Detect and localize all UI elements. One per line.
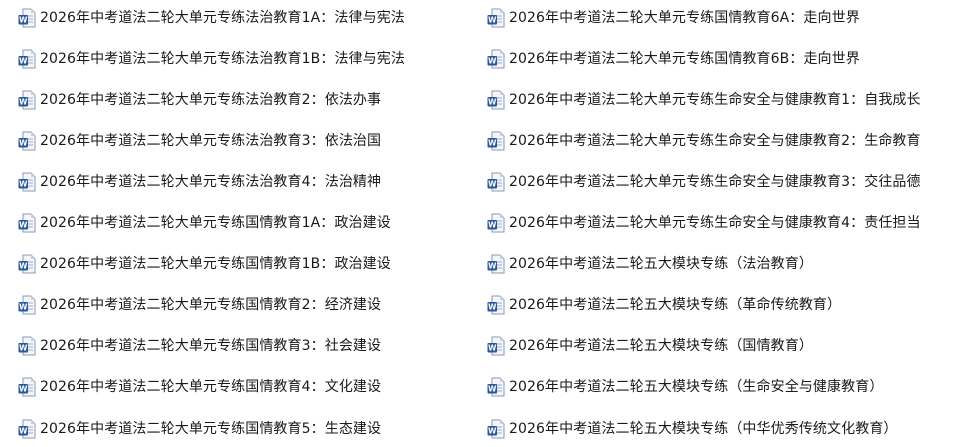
word-document-icon: W <box>487 419 505 439</box>
word-document-icon: W <box>487 131 505 151</box>
svg-text:W: W <box>19 385 28 394</box>
file-item[interactable]: W 2026年中考道法二轮大单元专练生命安全与健康教育3：交往品德 <box>487 170 921 194</box>
svg-text:W: W <box>19 426 28 435</box>
svg-text:W: W <box>488 262 497 271</box>
file-name: 2026年中考道法二轮大单元专练国情教育1A：政治建设 <box>40 215 391 232</box>
file-name: 2026年中考道法二轮大单元专练国情教育3：社会建设 <box>40 338 382 355</box>
word-document-icon: W <box>18 172 36 192</box>
file-item[interactable]: W 2026年中考道法二轮大单元专练生命安全与健康教育4：责任担当 <box>487 211 921 235</box>
svg-text:W: W <box>488 426 497 435</box>
svg-text:W: W <box>19 344 28 353</box>
file-item[interactable]: W 2026年中考道法二轮大单元专练法治教育4：法治精神 <box>18 170 381 194</box>
svg-text:W: W <box>488 385 497 394</box>
word-document-icon: W <box>18 377 36 397</box>
svg-text:W: W <box>488 180 497 189</box>
svg-text:W: W <box>19 180 28 189</box>
file-item[interactable]: W 2026年中考道法二轮五大模块专练（中华优秀传统文化教育） <box>487 417 898 441</box>
file-item[interactable]: W 2026年中考道法二轮五大模块专练（国情教育） <box>487 334 813 358</box>
svg-text:W: W <box>488 344 497 353</box>
file-item[interactable]: W 2026年中考道法二轮大单元专练国情教育2：经济建设 <box>18 293 381 317</box>
svg-text:W: W <box>488 57 497 66</box>
file-name: 2026年中考道法二轮五大模块专练（国情教育） <box>509 338 813 355</box>
svg-text:W: W <box>19 303 28 312</box>
file-name: 2026年中考道法二轮大单元专练国情教育4：文化建设 <box>40 379 382 396</box>
file-item[interactable]: W 2026年中考道法二轮大单元专练法治教育1B：法律与宪法 <box>18 47 405 71</box>
file-item[interactable]: W 2026年中考道法二轮大单元专练生命安全与健康教育1：自我成长 <box>487 88 921 112</box>
file-item[interactable]: W 2026年中考道法二轮大单元专练法治教育2：依法办事 <box>18 88 381 112</box>
file-name: 2026年中考道法二轮五大模块专练（生命安全与健康教育） <box>509 379 884 396</box>
file-name: 2026年中考道法二轮大单元专练国情教育1B：政治建设 <box>40 256 391 273</box>
file-item[interactable]: W 2026年中考道法二轮大单元专练法治教育1A：法律与宪法 <box>18 6 405 30</box>
file-name: 2026年中考道法二轮五大模块专练（中华优秀传统文化教育） <box>509 420 898 437</box>
word-document-icon: W <box>487 295 505 315</box>
svg-text:W: W <box>488 139 497 148</box>
file-name: 2026年中考道法二轮大单元专练法治教育4：法治精神 <box>40 174 382 191</box>
word-document-icon: W <box>18 254 36 274</box>
word-document-icon: W <box>487 213 505 233</box>
file-name: 2026年中考道法二轮大单元专练国情教育5：生态建设 <box>40 420 382 437</box>
file-name: 2026年中考道法二轮大单元专练生命安全与健康教育1：自我成长 <box>509 92 921 109</box>
word-document-icon: W <box>487 8 505 28</box>
file-name: 2026年中考道法二轮大单元专练国情教育6A：走向世界 <box>509 10 860 26</box>
word-document-icon: W <box>487 336 505 356</box>
svg-text:W: W <box>19 16 28 25</box>
file-item[interactable]: W 2026年中考道法二轮大单元专练国情教育5：生态建设 <box>18 417 381 441</box>
word-document-icon: W <box>487 254 505 274</box>
file-name: 2026年中考道法二轮大单元专练法治教育3：依法治国 <box>40 133 382 150</box>
file-name: 2026年中考道法二轮五大模块专练（法治教育） <box>509 256 813 273</box>
svg-text:W: W <box>19 57 28 66</box>
file-item[interactable]: W 2026年中考道法二轮大单元专练生命安全与健康教育2：生命教育 <box>487 129 921 153</box>
word-document-icon: W <box>487 172 505 192</box>
word-document-icon: W <box>487 49 505 69</box>
svg-text:W: W <box>19 139 28 148</box>
file-name: 2026年中考道法二轮五大模块专练（革命传统教育） <box>509 297 842 314</box>
file-item[interactable]: W 2026年中考道法二轮五大模块专练（生命安全与健康教育） <box>487 375 883 399</box>
file-item[interactable]: W 2026年中考道法二轮五大模块专练（革命传统教育） <box>487 293 841 317</box>
file-item[interactable]: W 2026年中考道法二轮大单元专练国情教育4：文化建设 <box>18 375 381 399</box>
svg-text:W: W <box>488 98 497 107</box>
word-document-icon: W <box>18 90 36 110</box>
file-name: 2026年中考道法二轮大单元专练生命安全与健康教育4：责任担当 <box>509 215 921 232</box>
file-name: 2026年中考道法二轮大单元专练法治教育1A：法律与宪法 <box>40 10 405 26</box>
word-document-icon: W <box>18 213 36 233</box>
svg-text:W: W <box>488 303 497 312</box>
word-document-icon: W <box>487 90 505 110</box>
file-name: 2026年中考道法二轮大单元专练国情教育6B：走向世界 <box>509 51 860 68</box>
word-document-icon: W <box>18 419 36 439</box>
svg-text:W: W <box>19 98 28 107</box>
svg-text:W: W <box>19 262 28 271</box>
file-name: 2026年中考道法二轮大单元专练生命安全与健康教育2：生命教育 <box>509 133 921 150</box>
svg-text:W: W <box>19 221 28 230</box>
word-document-icon: W <box>18 336 36 356</box>
file-name: 2026年中考道法二轮大单元专练法治教育2：依法办事 <box>40 92 382 109</box>
word-document-icon: W <box>487 377 505 397</box>
word-document-icon: W <box>18 131 36 151</box>
file-name: 2026年中考道法二轮大单元专练法治教育1B：法律与宪法 <box>40 51 405 68</box>
file-name: 2026年中考道法二轮大单元专练生命安全与健康教育3：交往品德 <box>509 174 921 191</box>
file-item[interactable]: W 2026年中考道法二轮大单元专练国情教育1A：政治建设 <box>18 211 391 235</box>
file-item[interactable]: W 2026年中考道法二轮大单元专练法治教育3：依法治国 <box>18 129 381 153</box>
file-item[interactable]: W 2026年中考道法二轮大单元专练国情教育1B：政治建设 <box>18 252 391 276</box>
file-item[interactable]: W 2026年中考道法二轮大单元专练国情教育3：社会建设 <box>18 334 381 358</box>
word-document-icon: W <box>18 8 36 28</box>
svg-text:W: W <box>488 16 497 25</box>
file-item[interactable]: W 2026年中考道法二轮大单元专练国情教育6B：走向世界 <box>487 47 860 71</box>
file-item[interactable]: W 2026年中考道法二轮五大模块专练（法治教育） <box>487 252 813 276</box>
file-list: W 2026年中考道法二轮大单元专练法治教育1A：法律与宪法 W 2026年中考… <box>0 0 966 447</box>
file-name: 2026年中考道法二轮大单元专练国情教育2：经济建设 <box>40 297 382 314</box>
word-document-icon: W <box>18 295 36 315</box>
svg-text:W: W <box>488 221 497 230</box>
file-item[interactable]: W 2026年中考道法二轮大单元专练国情教育6A：走向世界 <box>487 6 860 30</box>
word-document-icon: W <box>18 49 36 69</box>
